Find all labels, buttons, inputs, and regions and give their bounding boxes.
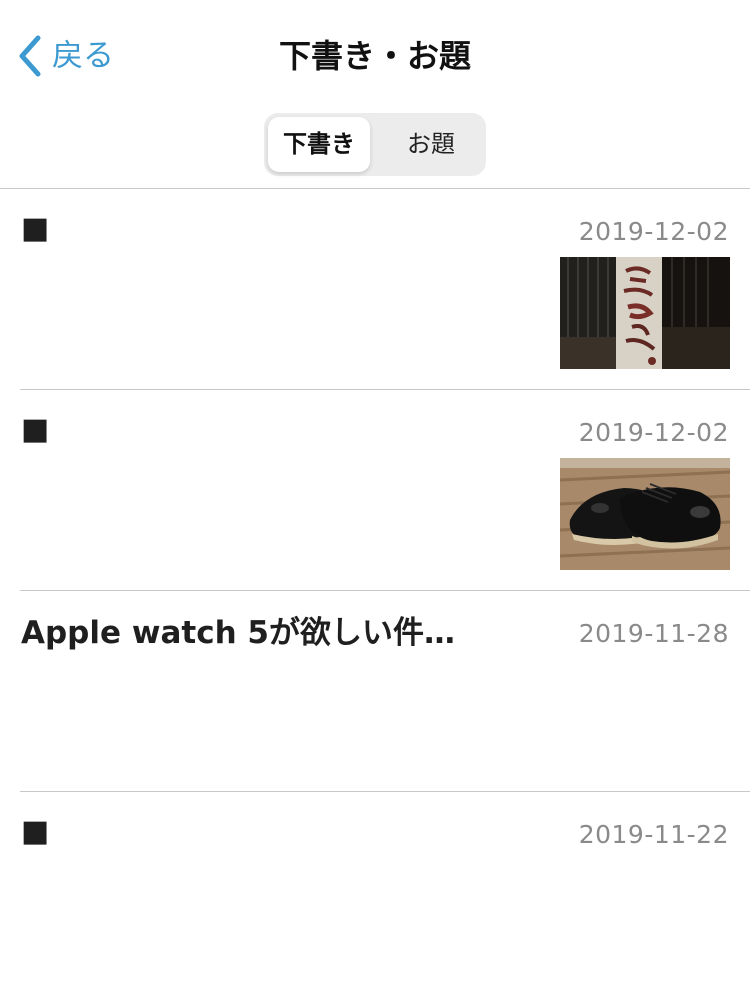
list-item[interactable]: ■ 2019-12-02 — [0, 390, 750, 591]
entry-date: 2019-12-02 — [578, 418, 729, 447]
shoes-photo-thumbnail — [560, 458, 730, 570]
entry-title: ■ — [21, 211, 50, 246]
list-item[interactable]: ■ 2019-11-22 — [0, 792, 750, 993]
entry-date: 2019-12-02 — [578, 217, 729, 246]
list-item[interactable]: ■ 2019-12-02 — [0, 189, 750, 390]
navigation-bar: 戻る 下書き・お題 — [0, 0, 750, 112]
entry-title: ■ — [21, 814, 50, 849]
segment-topics[interactable]: お題 — [380, 117, 482, 172]
list-item[interactable]: Apple watch 5が欲しい件… 2019-11-28 — [0, 591, 750, 792]
segmented-control: 下書き お題 — [264, 113, 486, 176]
entry-title: Apple watch 5が欲しい件… — [21, 615, 455, 651]
banner-photo-thumbnail — [560, 257, 730, 369]
draft-list: ■ 2019-12-02 ■ 2019-12-02 Apple watch 5が… — [0, 189, 750, 993]
entry-date: 2019-11-22 — [578, 820, 729, 849]
entry-title: ■ — [21, 412, 50, 447]
segment-drafts[interactable]: 下書き — [268, 117, 370, 172]
page-title: 下書き・お題 — [278, 37, 471, 75]
entry-date: 2019-11-28 — [578, 619, 729, 648]
